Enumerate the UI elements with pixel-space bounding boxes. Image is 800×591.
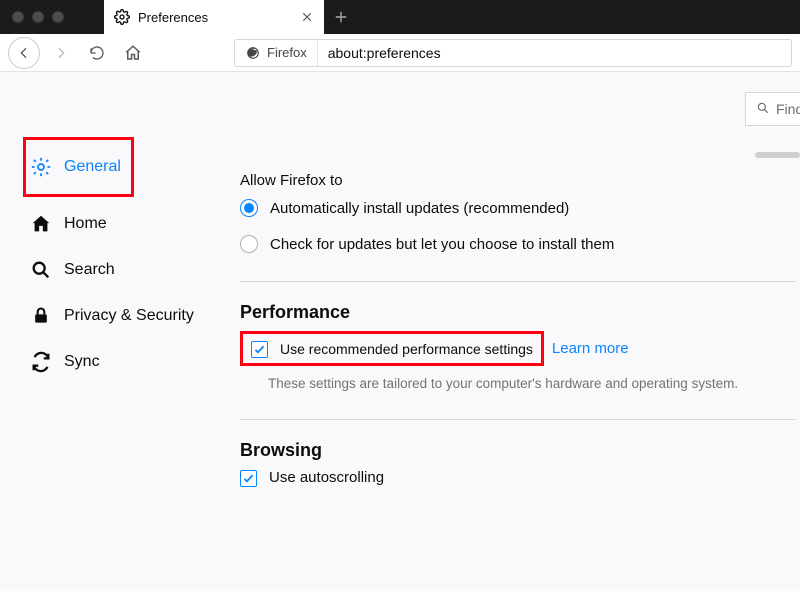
section-separator — [240, 281, 796, 282]
sidebar-item-privacy[interactable]: Privacy & Security — [30, 293, 240, 339]
preferences-page: General Home Search Privacy & Security — [0, 72, 800, 591]
tab-close-button[interactable] — [300, 10, 314, 24]
home-icon — [30, 213, 52, 235]
site-identity[interactable]: Firefox — [235, 40, 318, 66]
checkbox-label: Use recommended performance settings — [280, 341, 533, 357]
checkbox-use-recommended[interactable] — [251, 341, 268, 358]
sidebar-item-label: Home — [64, 215, 107, 233]
preferences-sidebar: General Home Search Privacy & Security — [0, 72, 240, 591]
sidebar-item-search[interactable]: Search — [30, 247, 240, 293]
scrollbar-thumb[interactable] — [755, 152, 800, 158]
lock-icon — [30, 305, 52, 327]
gear-icon — [30, 156, 52, 178]
new-tab-button[interactable] — [324, 0, 358, 34]
window-close-button[interactable] — [12, 11, 24, 23]
address-bar[interactable]: Firefox about:preferences — [234, 39, 792, 67]
annotation-highlight: Use recommended performance settings — [240, 331, 544, 366]
window-titlebar: Preferences — [0, 0, 800, 34]
window-controls — [0, 0, 104, 34]
find-placeholder: Find — [776, 101, 800, 117]
sidebar-item-sync[interactable]: Sync — [30, 339, 240, 385]
radio-label: Check for updates but let you choose to … — [270, 236, 614, 253]
update-option-auto[interactable]: Automatically install updates (recommend… — [240, 199, 796, 217]
browsing-title: Browsing — [240, 440, 796, 461]
window-zoom-button[interactable] — [52, 11, 64, 23]
navigation-toolbar: Firefox about:preferences — [0, 34, 800, 72]
update-option-check[interactable]: Check for updates but let you choose to … — [240, 235, 796, 253]
checkbox-label: Use autoscrolling — [269, 469, 384, 486]
find-in-preferences[interactable]: Find — [745, 92, 800, 126]
sidebar-item-label: Search — [64, 261, 115, 279]
checkbox-autoscroll[interactable] — [240, 470, 257, 487]
updates-heading: Allow Firefox to — [240, 172, 796, 189]
radio-icon — [240, 199, 258, 217]
search-icon — [756, 101, 770, 118]
radio-icon — [240, 235, 258, 253]
updates-group: Allow Firefox to Automatically install u… — [240, 172, 796, 253]
radio-label: Automatically install updates (recommend… — [270, 200, 569, 217]
sync-icon — [30, 351, 52, 373]
search-icon — [30, 259, 52, 281]
browsing-group: Browsing Use autoscrolling — [240, 440, 796, 486]
firefox-icon — [245, 45, 261, 61]
window-minimize-button[interactable] — [32, 11, 44, 23]
identity-label: Firefox — [267, 45, 307, 60]
learn-more-link[interactable]: Learn more — [552, 340, 629, 357]
back-button[interactable] — [8, 37, 40, 69]
section-separator — [240, 419, 796, 420]
performance-description: These settings are tailored to your comp… — [268, 376, 796, 391]
performance-title: Performance — [240, 302, 796, 323]
sidebar-item-general[interactable]: General — [30, 144, 121, 190]
tab-title: Preferences — [138, 10, 292, 25]
sidebar-item-label: Sync — [64, 353, 100, 371]
url-text: about:preferences — [318, 45, 451, 61]
sidebar-item-label: Privacy & Security — [64, 307, 194, 325]
annotation-highlight: General — [23, 137, 134, 197]
forward-button[interactable] — [46, 38, 76, 68]
preferences-content: Find Allow Firefox to Automatically inst… — [240, 72, 800, 591]
reload-button[interactable] — [82, 38, 112, 68]
browsing-autoscroll[interactable]: Use autoscrolling — [240, 469, 796, 486]
sidebar-item-label: General — [64, 158, 121, 176]
sidebar-item-home[interactable]: Home — [30, 201, 240, 247]
browser-tab-preferences[interactable]: Preferences — [104, 0, 324, 34]
performance-group: Performance Use recommended performance … — [240, 302, 796, 391]
home-button[interactable] — [118, 38, 148, 68]
gear-icon — [114, 9, 130, 25]
